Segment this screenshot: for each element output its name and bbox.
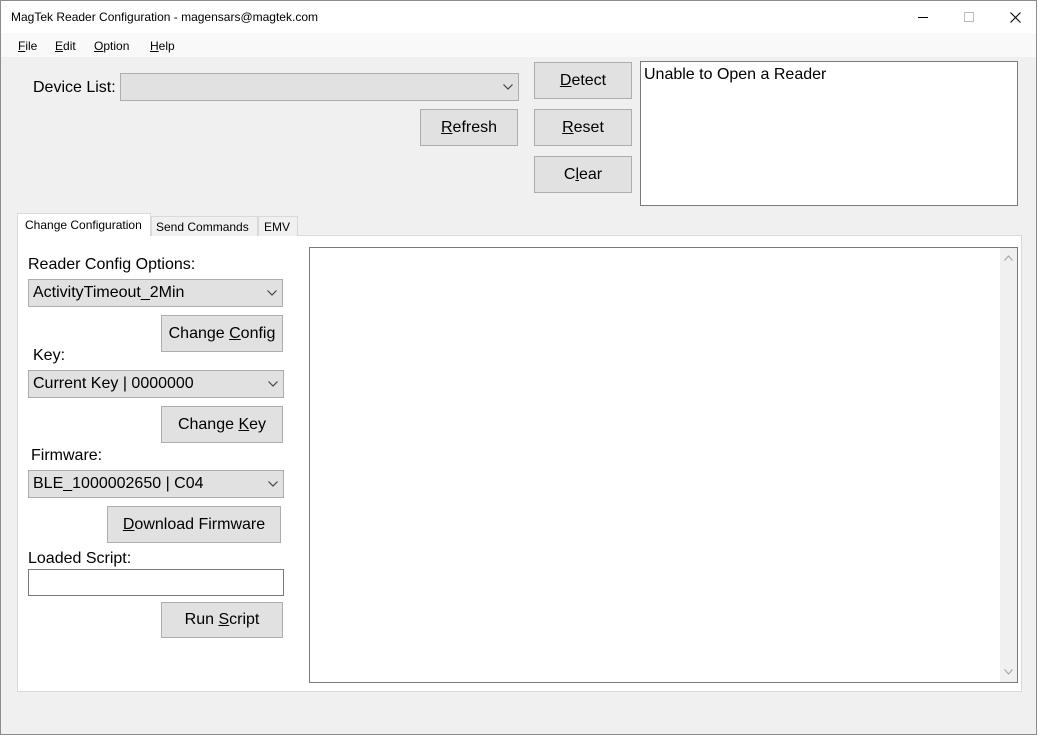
clear-button[interactable]: Clear <box>534 156 632 193</box>
window-title: MagTek Reader Configuration - magensars@… <box>11 10 318 24</box>
change-config-button[interactable]: Change Config <box>161 315 283 352</box>
output-scrollbar[interactable] <box>1000 248 1017 682</box>
title-bar: MagTek Reader Configuration - magensars@… <box>1 1 1036 33</box>
loaded-script-field[interactable] <box>28 569 284 596</box>
close-button[interactable] <box>992 1 1038 33</box>
key-value: Current Key | 0000000 <box>33 375 194 392</box>
scroll-up-icon[interactable] <box>1004 255 1013 261</box>
refresh-button[interactable]: Refresh <box>420 109 518 146</box>
menu-option[interactable]: Option <box>94 39 129 53</box>
firmware-value: BLE_1000002650 | C04 <box>33 475 204 492</box>
detect-button[interactable]: Detect <box>534 62 632 99</box>
change-key-button[interactable]: Change Key <box>161 406 283 443</box>
chevron-down-icon <box>267 290 277 296</box>
run-script-button[interactable]: Run Script <box>161 602 283 638</box>
maximize-icon <box>964 12 974 22</box>
reader-config-options-value: ActivityTimeout_2Min <box>33 284 185 301</box>
menu-help[interactable]: Help <box>150 39 175 53</box>
minimize-button[interactable] <box>900 1 946 33</box>
tab-change-configuration[interactable]: Change Configuration <box>17 213 151 236</box>
reader-config-options-label: Reader Config Options: <box>28 256 196 273</box>
scroll-down-icon[interactable] <box>1004 669 1013 675</box>
chevron-down-icon <box>503 84 513 90</box>
reset-button[interactable]: Reset <box>534 109 632 146</box>
minimize-icon <box>918 17 928 18</box>
device-list-dropdown[interactable] <box>120 73 519 101</box>
menu-file[interactable]: File <box>18 39 37 53</box>
chevron-down-icon <box>268 381 278 387</box>
close-icon <box>1009 11 1021 23</box>
status-textbox[interactable]: Unable to Open a Reader <box>640 61 1018 206</box>
firmware-dropdown[interactable]: BLE_1000002650 | C04 <box>28 470 284 498</box>
menu-edit[interactable]: Edit <box>55 39 76 53</box>
menu-bar: File Edit Option Help <box>1 33 1036 57</box>
tab-send-commands[interactable]: Send Commands <box>151 216 258 236</box>
chevron-down-icon <box>268 481 278 487</box>
app-window: MagTek Reader Configuration - magensars@… <box>0 0 1037 735</box>
loaded-script-label: Loaded Script: <box>28 550 132 567</box>
device-list-label: Device List: <box>33 79 116 96</box>
status-text: Unable to Open a Reader <box>644 66 827 83</box>
output-textarea[interactable] <box>309 247 1018 683</box>
key-label: Key: <box>33 347 66 364</box>
tab-emv[interactable]: EMV <box>258 216 298 236</box>
reader-config-options-dropdown[interactable]: ActivityTimeout_2Min <box>28 279 283 307</box>
key-dropdown[interactable]: Current Key | 0000000 <box>28 370 284 398</box>
maximize-button[interactable] <box>946 1 992 33</box>
download-firmware-button[interactable]: Download Firmware <box>107 506 281 543</box>
firmware-label: Firmware: <box>31 447 103 464</box>
